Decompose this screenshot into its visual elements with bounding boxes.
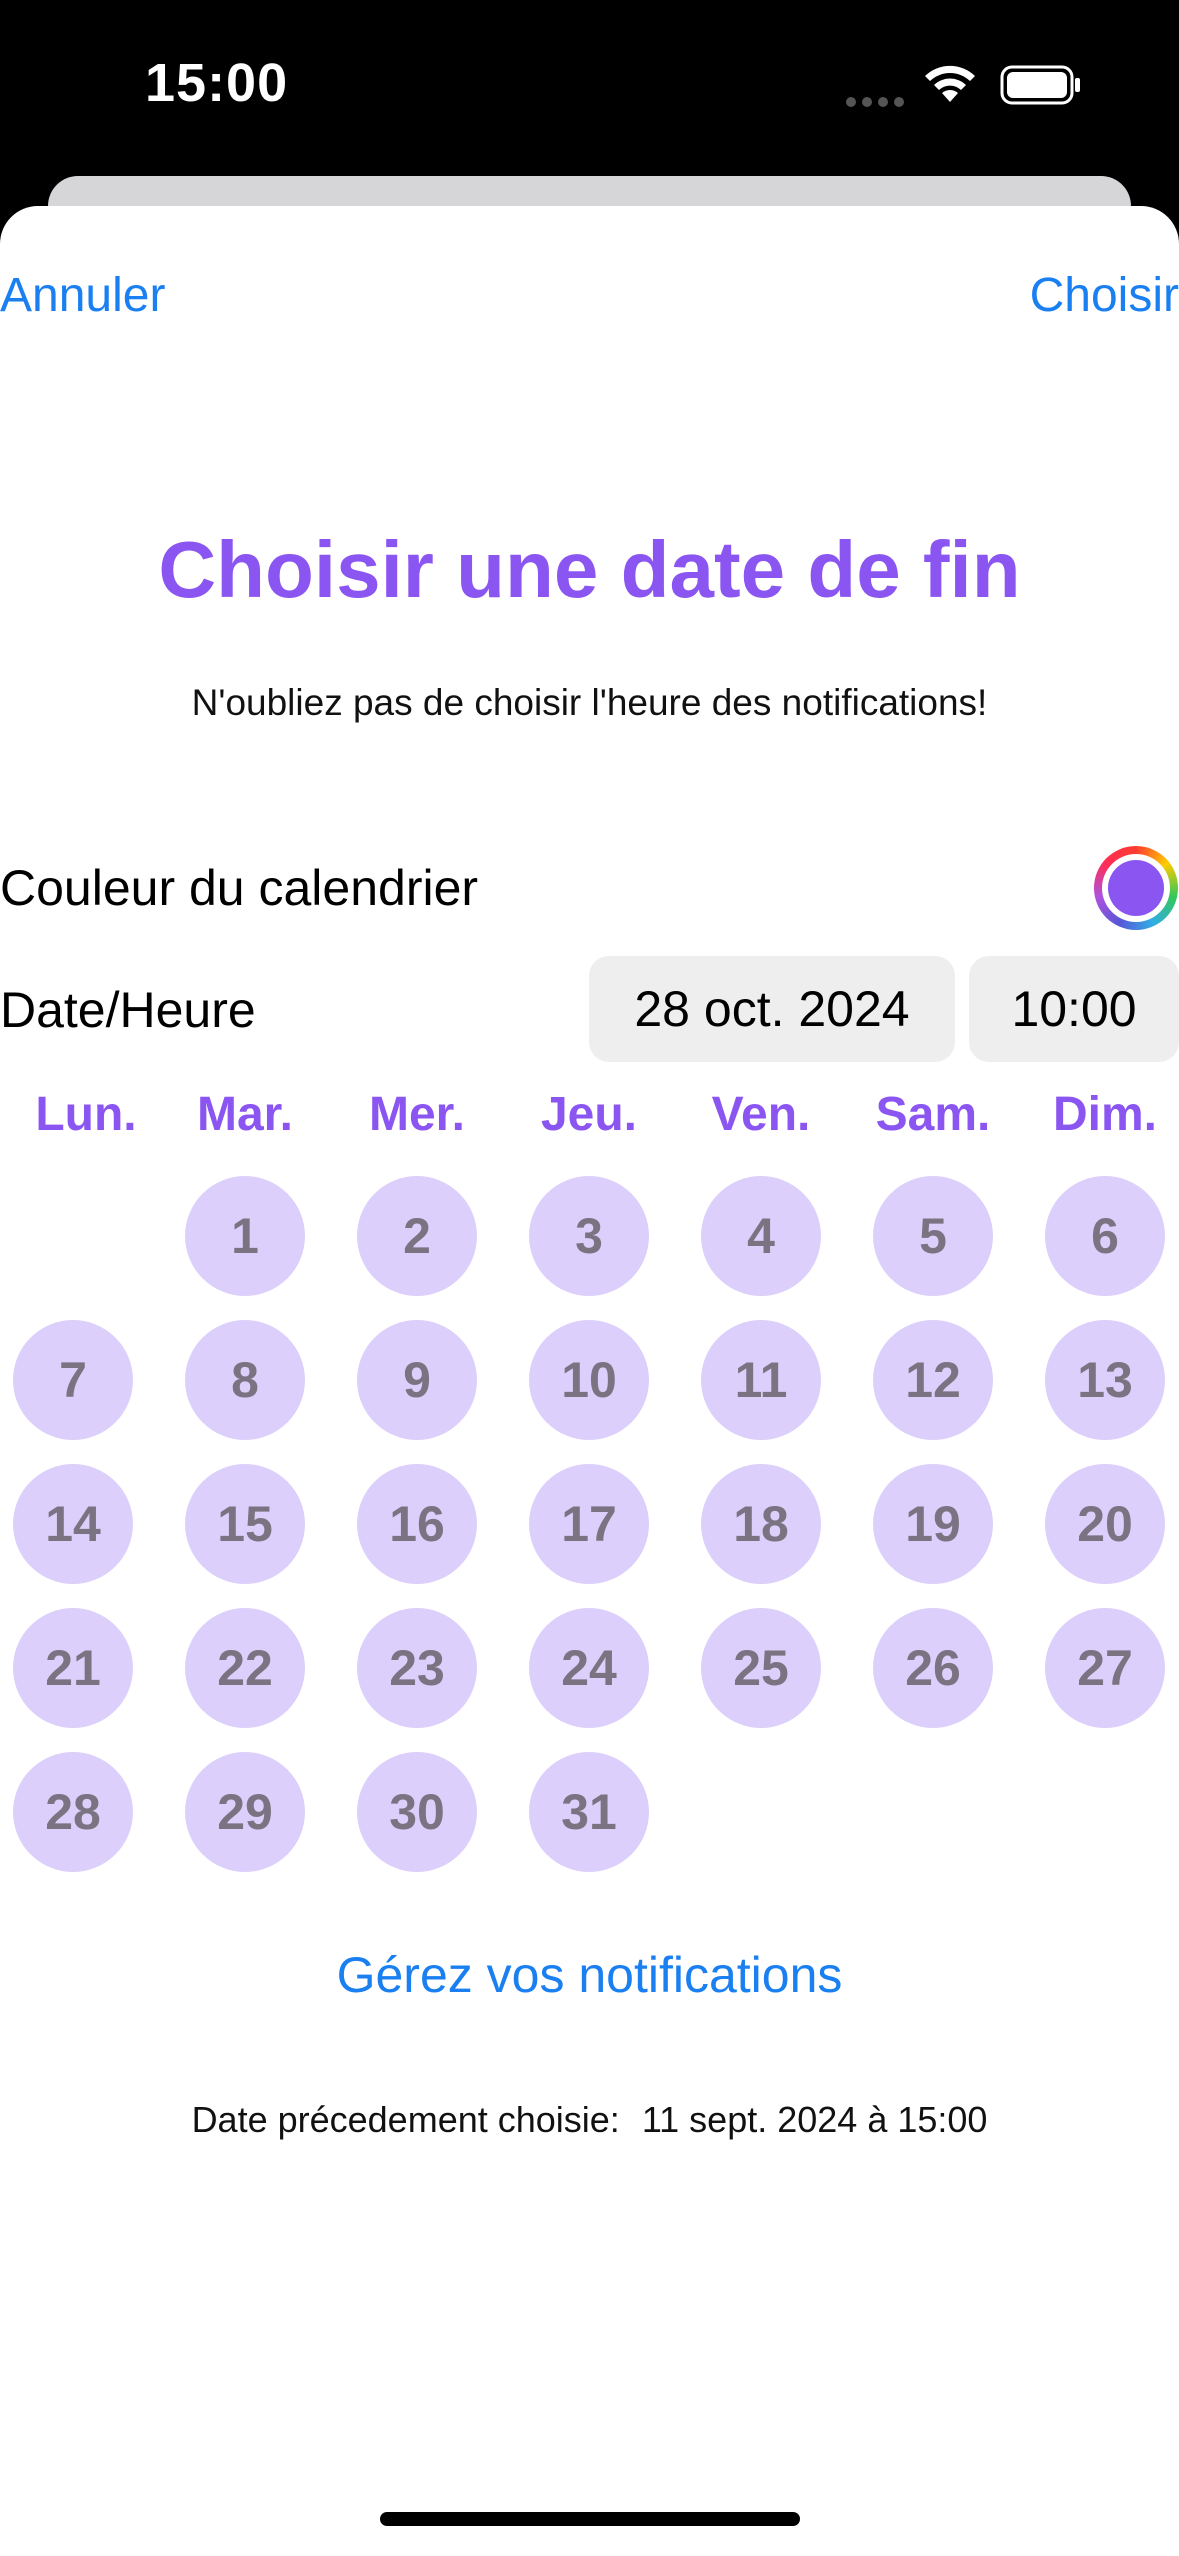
weekday-label: Sam. (875, 1088, 991, 1141)
cancel-button[interactable]: Annuler (0, 268, 165, 324)
datetime-label: Date/Heure (0, 982, 256, 1038)
calendar-day[interactable]: 26 (873, 1608, 993, 1728)
calendar-day[interactable]: 14 (13, 1464, 133, 1584)
weekday-label: Mer. (368, 1088, 466, 1141)
calendar-day[interactable]: 20 (1045, 1464, 1165, 1584)
calendar-day[interactable]: 31 (529, 1752, 649, 1872)
calendar-day[interactable]: 7 (13, 1320, 133, 1440)
status-time: 15:00 (145, 53, 289, 113)
calendar-day[interactable]: 10 (529, 1320, 649, 1440)
wifi-icon (925, 65, 975, 102)
calendar-day[interactable]: 24 (529, 1608, 649, 1728)
selected-color-swatch (1108, 860, 1164, 916)
date-picker-button[interactable]: 28 oct. 2024 (589, 956, 955, 1062)
calendar-day[interactable]: 1 (185, 1176, 305, 1296)
calendar-day[interactable]: 15 (185, 1464, 305, 1584)
calendar-day[interactable]: 6 (1045, 1176, 1165, 1296)
weekday-label: Dim. (1052, 1088, 1157, 1141)
calendar-day[interactable]: 16 (357, 1464, 477, 1584)
weekday-label: Ven. (711, 1088, 811, 1141)
manage-notifications-link[interactable]: Gérez vos notifications (0, 1945, 1179, 2005)
calendar-day[interactable]: 5 (873, 1176, 993, 1296)
calendar-day[interactable]: 18 (701, 1464, 821, 1584)
calendar-day[interactable]: 13 (1045, 1320, 1165, 1440)
previous-date-value: 11 sept. 2024 à 15:00 (641, 2099, 988, 2140)
calendar-weekday-header: Lun. Mar. Mer. Jeu. Ven. Sam. Dim. (0, 1085, 1179, 1145)
calendar-day[interactable]: 11 (701, 1320, 821, 1440)
time-picker-button[interactable]: 10:00 (969, 956, 1179, 1062)
calendar-day[interactable]: 3 (529, 1176, 649, 1296)
calendar-day[interactable]: 21 (13, 1608, 133, 1728)
calendar-day[interactable]: 19 (873, 1464, 993, 1584)
status-icons (840, 60, 1090, 110)
calendar-day[interactable]: 29 (185, 1752, 305, 1872)
calendar-day[interactable]: 28 (13, 1752, 133, 1872)
calendar-day[interactable]: 4 (701, 1176, 821, 1296)
choose-button[interactable]: Choisir (1030, 268, 1179, 324)
calendar-day[interactable]: 30 (357, 1752, 477, 1872)
calendar-day[interactable]: 17 (529, 1464, 649, 1584)
calendar-day[interactable]: 27 (1045, 1608, 1165, 1728)
calendar-day[interactable]: 8 (185, 1320, 305, 1440)
weekday-label: Jeu. (540, 1088, 638, 1141)
page-title: Choisir une date de fin (158, 525, 1021, 614)
battery-icon (1000, 65, 1080, 105)
calendar-day[interactable]: 9 (357, 1320, 477, 1440)
weekday-label: Mar. (196, 1088, 294, 1141)
calendar-color-label: Couleur du calendrier (0, 860, 479, 916)
calendar-day[interactable]: 25 (701, 1608, 821, 1728)
status-bar: 15:00 (0, 0, 1179, 190)
calendar-day[interactable]: 2 (357, 1176, 477, 1296)
previous-date-line: Date précedement choisie: 11 sept. 2024 à… (0, 2098, 1179, 2142)
weekday-label: Lun. (35, 1088, 137, 1141)
color-picker-well[interactable] (1094, 846, 1178, 930)
home-indicator (380, 2512, 800, 2526)
calendar-day[interactable]: 23 (357, 1608, 477, 1728)
calendar-day[interactable]: 12 (873, 1320, 993, 1440)
previous-date-label: Date précedement choisie: (191, 2099, 620, 2140)
page-subtitle: N'oubliez pas de choisir l'heure des not… (191, 682, 988, 723)
calendar-day[interactable]: 22 (185, 1608, 305, 1728)
cellular-signal-icon (846, 94, 910, 112)
